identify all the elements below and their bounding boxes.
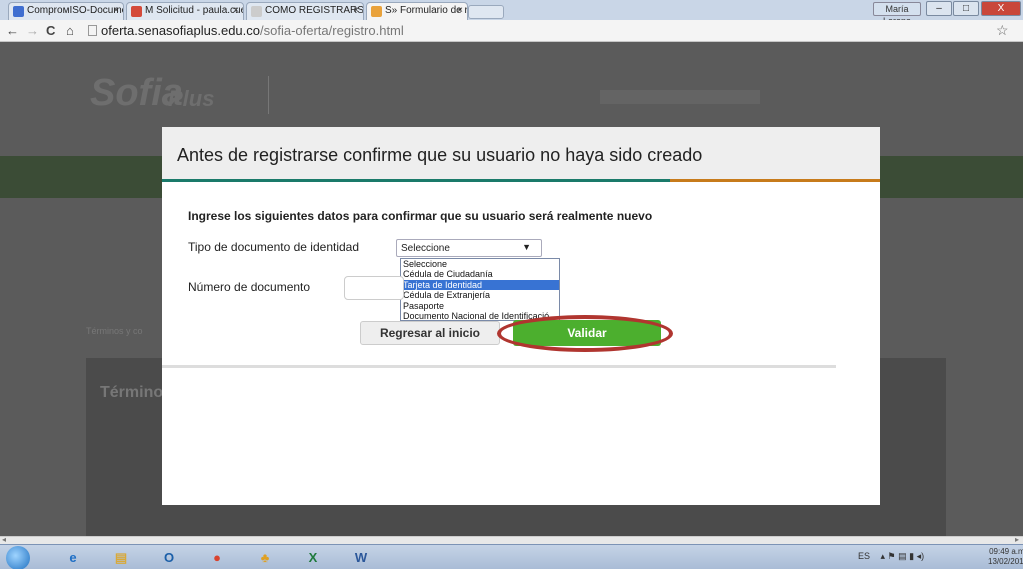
bookmark-star-icon[interactable]: ☆	[996, 22, 1009, 39]
chrome-icon[interactable]: ●	[196, 547, 238, 568]
document-type-select[interactable]: Seleccione ▼	[396, 239, 542, 257]
people-icon[interactable]: ♣	[244, 547, 286, 568]
terms-link[interactable]: Términos y co	[86, 326, 143, 336]
sena-logo	[268, 76, 306, 114]
close-icon[interactable]: ×	[353, 5, 359, 16]
tab-como-registrarse[interactable]: COMO REGISTRARSE EN ×	[246, 2, 364, 20]
tab-favicon	[13, 6, 24, 17]
word-icon[interactable]: W	[340, 547, 382, 568]
terms-title: Término	[100, 384, 164, 401]
dropdown-option[interactable]: Cédula de Extranjería	[401, 290, 559, 300]
language-indicator[interactable]: ES	[858, 551, 870, 561]
page-icon	[251, 6, 262, 17]
select-value: Seleccione	[401, 243, 450, 254]
scroll-right-icon[interactable]: ▸	[1015, 535, 1019, 544]
minimize-button[interactable]: –	[926, 1, 952, 16]
url-field[interactable]: oferta.senasofiaplus.edu.co/sofia-oferta…	[88, 23, 404, 38]
tray-icons[interactable]: ▴ ⚑ ▤ ▮ ◂)	[881, 551, 925, 561]
address-bar: ← → C ⌂ oferta.senasofiaplus.edu.co/sofi…	[0, 20, 1023, 42]
modal-title: Antes de registrarse confirme que su usu…	[177, 145, 703, 165]
new-tab-button[interactable]	[468, 5, 504, 19]
page-icon	[88, 25, 97, 36]
windows-taskbar: e ▤ O ● ♣ XW ES ▴ ⚑ ▤ ▮ ◂) 09:49 a.m. 13/02/2…	[0, 544, 1023, 569]
home-button[interactable]: ⌂	[66, 23, 74, 38]
document-number-input[interactable]	[344, 276, 404, 300]
close-icon[interactable]: ×	[113, 5, 119, 16]
outlook-icon[interactable]: O	[148, 547, 190, 568]
dropdown-option[interactable]: Pasaporte	[401, 301, 559, 311]
gov-logo	[600, 90, 760, 104]
tab-formulario-registro[interactable]: S» Formulario de registro par ×	[366, 2, 468, 20]
back-to-start-button[interactable]: Regresar al inicio	[360, 321, 500, 345]
close-window-button[interactable]: X	[981, 1, 1021, 16]
clock-date: 13/02/2015	[988, 557, 1023, 566]
modal-divider	[162, 365, 836, 368]
file-explorer-icon[interactable]: ▤	[100, 547, 142, 568]
browser-tabstrip: ComprомISO-Document × M Solicitud - paul…	[0, 0, 1023, 26]
register-check-modal: Antes de registrarse confirme que su usu…	[162, 127, 880, 505]
highlight-annotation-ellipse	[497, 315, 673, 352]
close-icon[interactable]: ×	[233, 5, 239, 16]
forward-button[interactable]: →	[26, 23, 39, 38]
start-button[interactable]	[6, 546, 30, 569]
maximize-button[interactable]: □	[953, 1, 979, 16]
internet-explorer-icon[interactable]: e	[52, 547, 94, 568]
document-type-dropdown[interactable]: Seleccione Cédula de Ciudadanía Tarjeta …	[400, 258, 560, 321]
tab-label: M Solicitud - paula.cuervo@	[145, 5, 243, 16]
modal-subtitle: Ingrese los siguientes datos para confir…	[188, 209, 653, 223]
gmail-icon	[131, 6, 142, 17]
sofia-plus-logo: Plus	[168, 86, 215, 111]
document-type-label: Tipo de documento de identidad	[188, 240, 360, 254]
user-profile-badge[interactable]: María Lorena	[873, 2, 921, 26]
tab-label: ComprомISO-Document	[27, 5, 123, 16]
tab-comprom[interactable]: ComprомISO-Document ×	[8, 2, 124, 20]
tab-solicitud[interactable]: M Solicitud - paula.cuervo@ ×	[126, 2, 244, 20]
scroll-left-icon[interactable]: ◂	[2, 535, 6, 544]
taskbar-clock[interactable]: 09:49 a.m. 13/02/2015	[988, 547, 1023, 567]
dropdown-option[interactable]: Cédula de Ciudadanía	[401, 269, 559, 279]
reload-button[interactable]: C	[46, 23, 55, 38]
close-icon[interactable]: ×	[457, 5, 463, 16]
excel-icon[interactable]: X	[292, 547, 334, 568]
system-tray: ES ▴ ⚑ ▤ ▮ ◂)	[858, 551, 924, 562]
dropdown-option-selected[interactable]: Tarjeta de Identidad	[401, 279, 559, 291]
horizontal-scrollbar[interactable]: ◂ ▸	[0, 535, 1023, 544]
tab-label: COMO REGISTRARSE EN	[265, 5, 364, 16]
dropdown-option[interactable]: Seleccione	[401, 259, 559, 269]
clock-time: 09:49 a.m.	[989, 547, 1023, 556]
document-number-label: Número de documento	[188, 280, 311, 294]
back-button[interactable]: ←	[6, 23, 19, 38]
sofia-favicon	[371, 6, 382, 17]
url-domain: oferta.senasofiaplus.edu.co	[101, 23, 260, 38]
url-path: /sofia-oferta/registro.html	[260, 23, 404, 38]
header-accent-line	[670, 179, 880, 182]
chevron-down-icon: ▼	[522, 242, 531, 252]
tab-label: S» Formulario de registro par	[385, 5, 468, 16]
modal-header: Antes de registrarse confirme que su usu…	[162, 127, 880, 182]
